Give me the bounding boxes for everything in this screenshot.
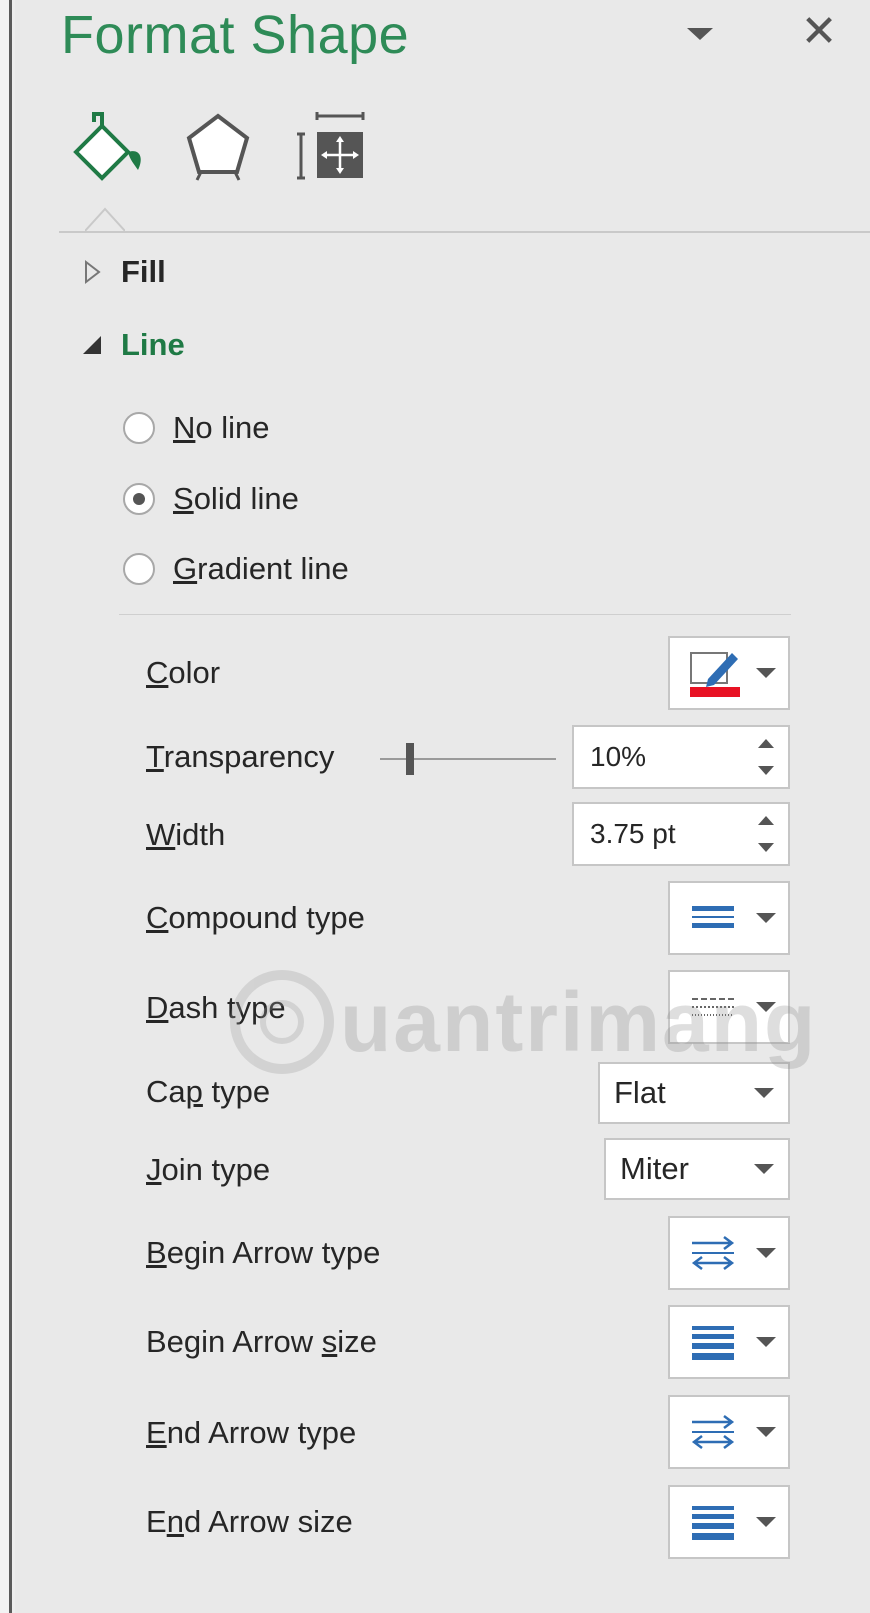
paint-bucket-icon [73, 112, 141, 181]
fill-section-label: Fill [121, 254, 166, 289]
arrow-size-icon [692, 1326, 734, 1360]
pane-title: Format Shape [61, 5, 410, 65]
solid-line-option[interactable]: Solid line [123, 476, 299, 522]
chevron-down-icon [687, 28, 713, 40]
end-arrow-size-label: End Arrow size [146, 1504, 353, 1539]
options-separator [119, 614, 791, 615]
solid-line-label: Solid line [173, 481, 299, 516]
cap-type-value: Flat [614, 1075, 666, 1110]
spin-up-icon[interactable] [758, 816, 774, 825]
color-swatch [690, 687, 740, 697]
gradient-line-label: Gradient line [173, 551, 349, 586]
spin-down-icon[interactable] [758, 843, 774, 852]
pane-options-button[interactable] [683, 20, 717, 46]
join-type-value: Miter [620, 1151, 689, 1186]
format-shape-pane: Format Shape ✕ Fill Line No line Solid l… [15, 0, 870, 1613]
fill-line-tab[interactable] [68, 112, 148, 187]
width-spinner[interactable]: 3.75 pt [572, 802, 790, 866]
end-arrow-type-label: End Arrow type [146, 1415, 357, 1450]
effects-tab[interactable] [183, 110, 253, 189]
color-label: Color [146, 655, 221, 690]
gradient-line-radio[interactable] [123, 553, 155, 585]
begin-arrow-size-label: Begin Arrow size [146, 1324, 377, 1359]
transparency-value[interactable]: 10% [590, 727, 646, 787]
arrow-size-icon [692, 1506, 734, 1540]
compound-type-dropdown[interactable] [668, 881, 790, 955]
solid-line-radio[interactable] [123, 483, 155, 515]
chevron-down-icon [756, 1002, 776, 1012]
expand-arrow-icon [85, 259, 101, 285]
cap-type-select[interactable]: Flat [598, 1062, 790, 1124]
compound-lines-icon [692, 906, 734, 928]
dash-lines-icon [692, 998, 734, 1016]
slider-thumb[interactable] [405, 743, 414, 775]
collapse-arrow-icon [83, 336, 101, 354]
gradient-line-option[interactable]: Gradient line [123, 546, 349, 592]
color-dropdown[interactable] [668, 636, 790, 710]
dash-type-dropdown[interactable] [668, 970, 790, 1044]
line-section-label: Line [121, 327, 185, 362]
transparency-label: Transparency [146, 739, 335, 774]
pen-color-icon [690, 652, 740, 697]
no-line-radio[interactable] [123, 412, 155, 444]
join-type-label: Join type [146, 1152, 271, 1187]
dash-type-label: Dash type [146, 990, 286, 1025]
arrow-type-icon [691, 1415, 735, 1449]
line-section-header[interactable]: Line [77, 323, 185, 367]
end-arrow-size-dropdown[interactable] [668, 1485, 790, 1559]
join-type-select[interactable]: Miter [604, 1138, 790, 1200]
chevron-down-icon [756, 1337, 776, 1347]
chevron-down-icon [756, 1427, 776, 1437]
compound-type-label: Compound type [146, 900, 365, 935]
arrow-type-icon [691, 1236, 735, 1270]
chevron-down-icon [756, 913, 776, 923]
end-arrow-type-dropdown[interactable] [668, 1395, 790, 1469]
chevron-down-icon [756, 668, 776, 678]
fill-section-header[interactable]: Fill [77, 250, 166, 294]
chevron-down-icon [754, 1164, 774, 1174]
pentagon-icon [186, 113, 250, 181]
spin-up-icon[interactable] [758, 739, 774, 748]
tab-divider [59, 231, 870, 233]
window-edge [0, 0, 12, 1613]
chevron-down-icon [756, 1517, 776, 1527]
transparency-spinner[interactable]: 10% [572, 725, 790, 789]
chevron-down-icon [754, 1088, 774, 1098]
size-properties-icon [297, 112, 365, 180]
chevron-down-icon [756, 1248, 776, 1258]
close-button[interactable]: ✕ [797, 4, 841, 60]
no-line-label: No line [173, 410, 270, 445]
no-line-option[interactable]: No line [123, 405, 270, 451]
selected-tab-pointer [85, 207, 125, 232]
spin-down-icon[interactable] [758, 766, 774, 775]
transparency-slider[interactable] [380, 739, 556, 779]
width-value[interactable]: 3.75 pt [590, 804, 676, 864]
begin-arrow-type-label: Begin Arrow type [146, 1235, 381, 1270]
width-label: Width [146, 817, 226, 852]
begin-arrow-size-dropdown[interactable] [668, 1305, 790, 1379]
cap-type-label: Cap type [146, 1074, 271, 1109]
size-properties-tab[interactable] [295, 112, 369, 189]
begin-arrow-type-dropdown[interactable] [668, 1216, 790, 1290]
